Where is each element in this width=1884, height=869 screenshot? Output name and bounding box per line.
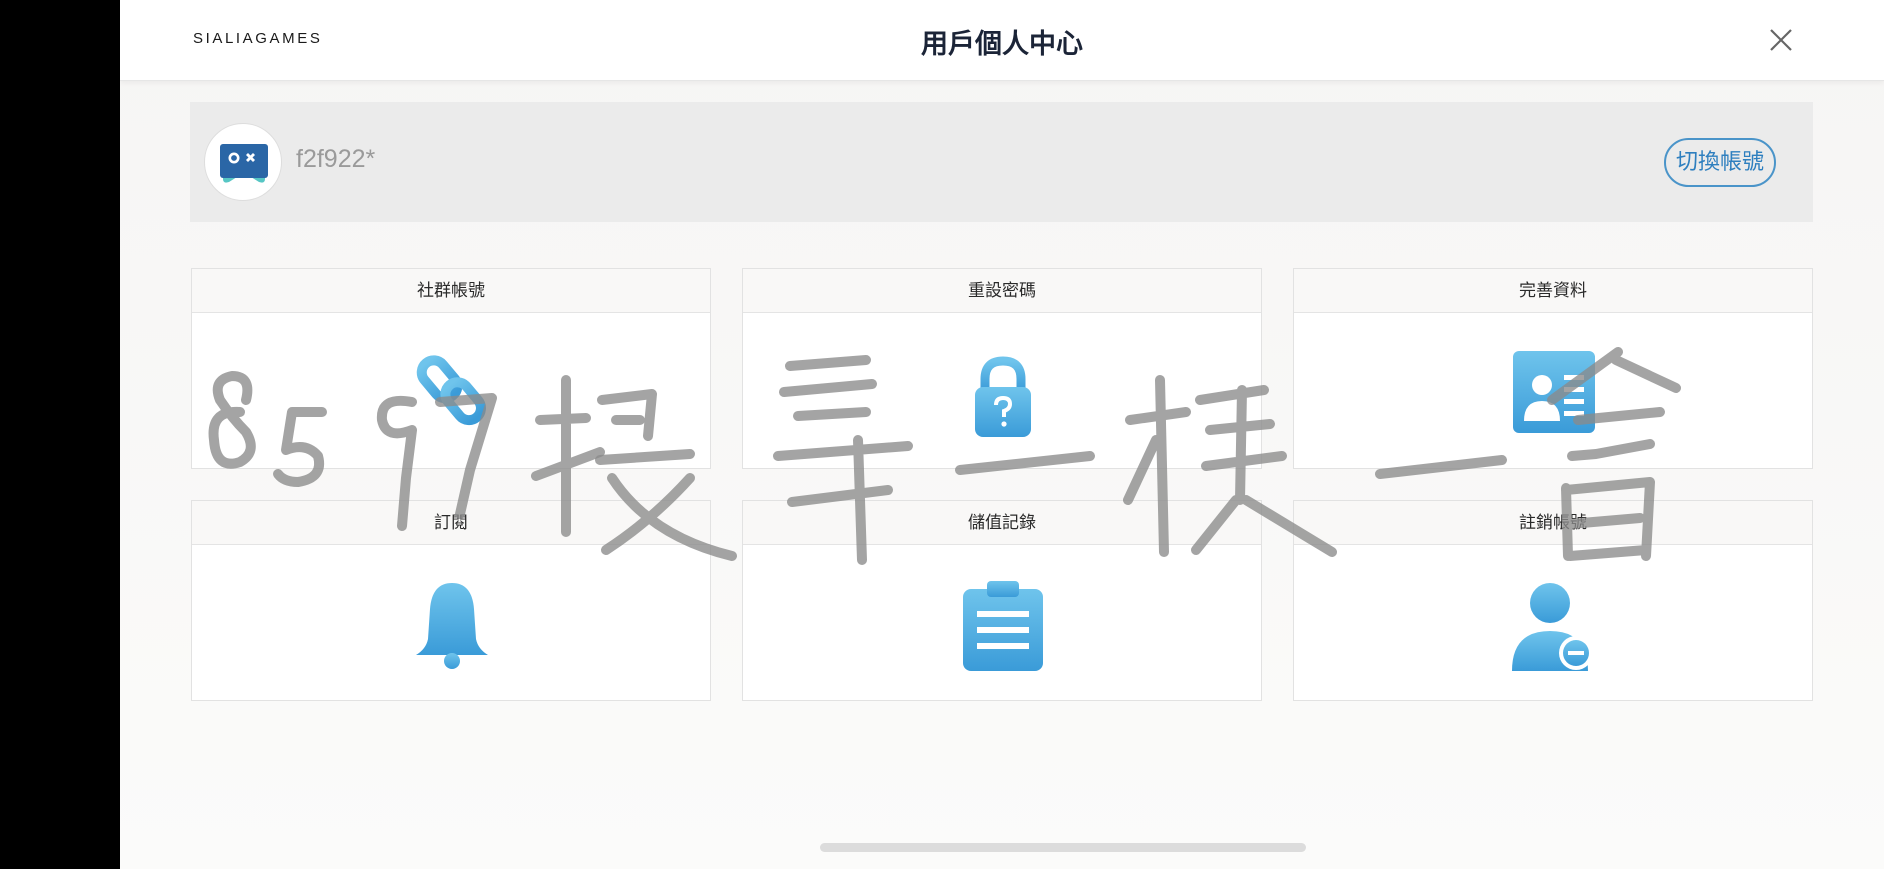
card-reset-password[interactable]: 重設密碼	[742, 268, 1262, 469]
card-complete-profile[interactable]: 完善資料	[1293, 268, 1813, 469]
page-title: 用戶個人中心	[921, 29, 1083, 60]
username: f2f922*	[296, 145, 376, 173]
card-subscribe[interactable]: 訂閱	[191, 500, 711, 701]
card-label: 完善資料	[1294, 269, 1812, 313]
lock-question-icon	[975, 356, 1031, 437]
card-label: 註銷帳號	[1294, 501, 1812, 545]
clipboard-icon	[963, 581, 1043, 671]
user-info-bar: f2f922* 切換帳號	[190, 102, 1813, 222]
card-label: 重設密碼	[743, 269, 1261, 313]
id-card-icon	[1513, 351, 1595, 433]
game-controller-avatar-icon	[220, 144, 268, 183]
card-label: 社群帳號	[192, 269, 710, 313]
user-remove-icon	[1512, 583, 1593, 671]
card-label: 訂閱	[192, 501, 710, 545]
left-black-border	[0, 0, 120, 869]
bell-icon	[416, 583, 488, 669]
link-icon	[416, 355, 486, 426]
user-center-page: SIALIAGAMES 用戶個人中心 f2f922* 切換帳號 社群帳號 重設密…	[120, 0, 1884, 869]
card-delete-account[interactable]: 註銷帳號	[1293, 500, 1813, 701]
switch-account-button[interactable]: 切換帳號	[1664, 138, 1776, 187]
card-topup-history[interactable]: 儲值記錄	[742, 500, 1262, 701]
close-icon	[1770, 29, 1792, 51]
avatar	[204, 123, 282, 201]
card-social-account[interactable]: 社群帳號	[191, 268, 711, 469]
close-button[interactable]	[1763, 22, 1799, 58]
header-bar: SIALIAGAMES 用戶個人中心	[120, 0, 1884, 81]
card-label: 儲值記錄	[743, 501, 1261, 545]
home-indicator	[820, 843, 1306, 852]
